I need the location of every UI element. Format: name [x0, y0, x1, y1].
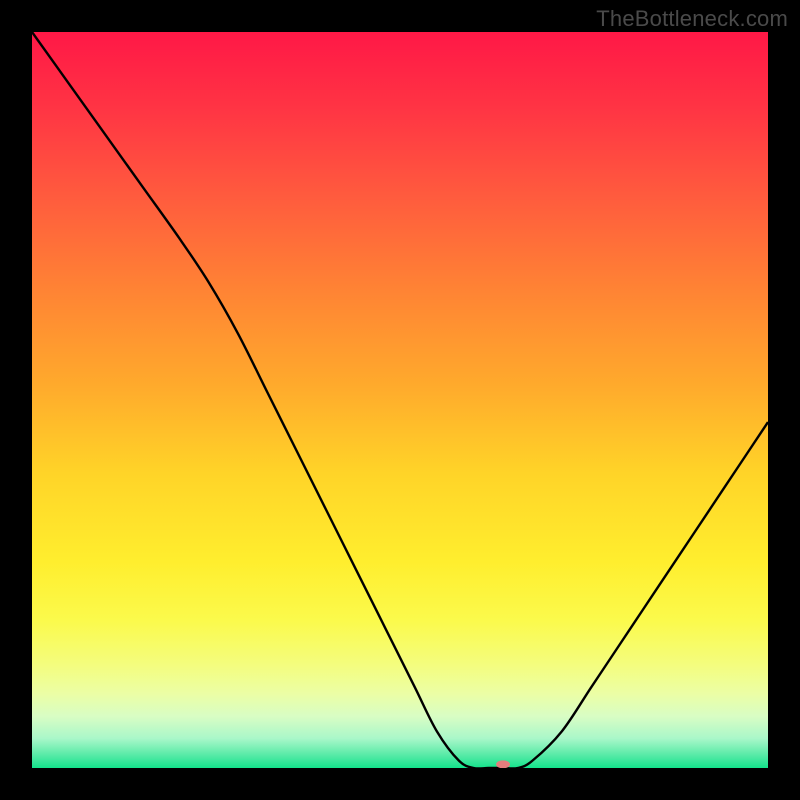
marker-dot	[496, 760, 510, 768]
chart-svg	[32, 32, 768, 768]
chart-container: TheBottleneck.com	[0, 0, 800, 800]
attribution-link[interactable]: TheBottleneck.com	[596, 6, 788, 32]
plot-area	[32, 32, 768, 768]
